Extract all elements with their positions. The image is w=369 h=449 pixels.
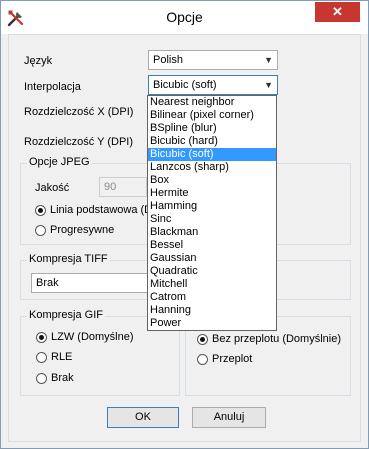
window-title: Opcje (166, 9, 203, 25)
gif-rle-radio[interactable]: RLE (36, 351, 72, 363)
dropdown-item[interactable]: Lanzcos (sharp) (148, 161, 276, 174)
close-icon: ✕ (332, 4, 343, 19)
resolution-y-label: Rozdzielczość Y (DPI) (24, 136, 134, 148)
gif-lzw-radio[interactable]: LZW (Domyślne) (36, 331, 134, 343)
dropdown-item[interactable]: Blackman (148, 226, 276, 239)
resolution-x-label: Rozdzielczość X (DPI) (24, 106, 134, 118)
tiff-group-title: Kompresja TIFF (27, 253, 110, 265)
language-label: Język (24, 55, 53, 67)
dropdown-item[interactable]: Bicubic (hard) (148, 135, 276, 148)
interpolation-select[interactable]: Bicubic (soft) ▼ (148, 75, 278, 95)
dropdown-item[interactable]: Gaussian (148, 252, 276, 265)
chevron-down-icon: ▼ (264, 80, 273, 90)
jpeg-group-title: Opcje JPEG (27, 156, 92, 168)
dropdown-item-selected[interactable]: Bicubic (soft) (148, 148, 276, 161)
radio-unchecked-icon (35, 224, 46, 236)
gif-none-radio[interactable]: Brak (36, 372, 74, 384)
quality-field[interactable]: 90 (99, 177, 147, 197)
radio-checked-icon (36, 331, 47, 343)
dropdown-item[interactable]: BSpline (blur) (148, 122, 276, 135)
radio-unchecked-icon (36, 351, 47, 363)
dropdown-item[interactable]: Hermite (148, 187, 276, 200)
options-dialog: Opcje ✕ Język Polish ▼ Interpolacja Bicu… (0, 0, 369, 449)
dropdown-item[interactable]: Sinc (148, 213, 276, 226)
quality-label: Jakość (35, 182, 70, 194)
ok-button[interactable]: OK (107, 407, 179, 428)
cancel-button[interactable]: Anuluj (192, 407, 266, 428)
interpolation-value: Bicubic (soft) (153, 79, 217, 91)
close-button[interactable]: ✕ (315, 2, 360, 22)
dropdown-item[interactable]: Power (148, 317, 276, 330)
tiff-value: Brak (36, 277, 59, 289)
title-bar[interactable]: Opcje ✕ (1, 1, 368, 34)
dropdown-item[interactable]: Box (148, 174, 276, 187)
radio-unchecked-icon (197, 353, 208, 365)
tiff-compression-select[interactable]: Brak (31, 273, 151, 293)
dropdown-item[interactable]: Mitchell (148, 278, 276, 291)
dropdown-item[interactable]: Quadratic (148, 265, 276, 278)
dropdown-item[interactable]: Nearest neighbor (148, 96, 276, 109)
radio-unchecked-icon (36, 372, 47, 384)
dropdown-item[interactable]: Hanning (148, 304, 276, 317)
chevron-down-icon: ▼ (264, 55, 273, 65)
baseline-radio[interactable]: Linia podstawowa (D (35, 204, 152, 216)
dropdown-item[interactable]: Hamming (148, 200, 276, 213)
interpolation-label: Interpolacja (24, 81, 81, 93)
radio-checked-icon (35, 204, 46, 216)
gif-group-title: Kompresja GIF (27, 309, 105, 321)
dropdown-item[interactable]: Bilinear (pixel corner) (148, 109, 276, 122)
interlace-radio[interactable]: Przeplot (197, 353, 252, 365)
language-value: Polish (153, 54, 183, 66)
no-interlace-radio[interactable]: Bez przeplotu (Domyślnie) (197, 333, 341, 345)
interpolation-dropdown-list[interactable]: Nearest neighbor Bilinear (pixel corner)… (147, 95, 277, 331)
progressive-radio[interactable]: Progresywne (35, 224, 114, 236)
dropdown-item[interactable]: Catrom (148, 291, 276, 304)
language-select[interactable]: Polish ▼ (148, 50, 278, 70)
radio-checked-icon (197, 333, 208, 345)
dropdown-item[interactable]: Bessel (148, 239, 276, 252)
